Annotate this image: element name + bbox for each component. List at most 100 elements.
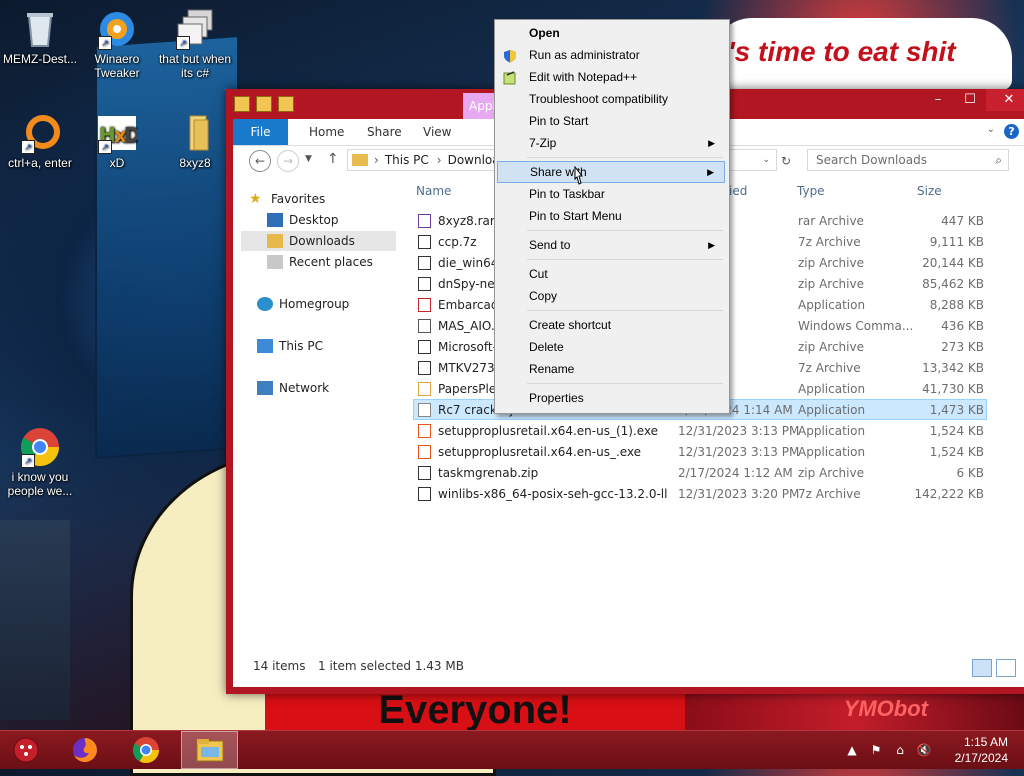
menu-item-send-to[interactable]: Send to ▶ [497, 234, 725, 256]
desktop-icon-label: Winaero Tweaker [94, 52, 140, 80]
context-menu: Open Run as administrator Edit with Note… [494, 19, 730, 414]
nav-favorites[interactable]: ★ Favorites [249, 189, 325, 209]
start-orb-icon [13, 737, 39, 763]
minimize-button[interactable]: – [922, 89, 954, 111]
menu-item-share-with[interactable]: Share with ▶ [497, 161, 725, 183]
menu-separator [527, 157, 723, 158]
desktop-icon-memz[interactable]: MEMZ-Dest... [0, 8, 80, 66]
desktop-icon-i-know-you[interactable]: ↗ i know you people we... [0, 426, 80, 498]
file-type: zip Archive [798, 466, 864, 480]
recent-locations-dropdown[interactable]: ▼ [305, 154, 312, 164]
menu-item-delete[interactable]: Delete [497, 336, 725, 358]
nav-homegroup[interactable]: Homegroup [257, 294, 349, 314]
up-button[interactable]: ↑ [327, 151, 339, 167]
back-button[interactable]: ← [249, 150, 271, 172]
status-bar: 14 items 1 item selected 1.43 MB [246, 659, 1016, 679]
close-button[interactable]: ✕ [986, 89, 1024, 111]
file-type: rar Archive [798, 214, 864, 228]
large-icons-view-icon[interactable] [996, 659, 1016, 677]
chevron-down-icon[interactable]: ⌄ [762, 155, 770, 165]
volume-muted-icon[interactable]: 🔇 [916, 742, 932, 758]
menu-item-pin-to-start-menu[interactable]: Pin to Start Menu [497, 205, 725, 227]
menu-separator [527, 230, 723, 231]
file-type: Application [798, 403, 866, 417]
file-size: 1,524 KB [929, 424, 984, 438]
menu-item-pin-to-taskbar[interactable]: Pin to Taskbar [497, 183, 725, 205]
recent-places-icon [267, 255, 283, 269]
new-folder-icon[interactable] [278, 96, 294, 112]
nav-downloads[interactable]: Downloads [241, 231, 396, 251]
clock-time: 1:15 AM [963, 735, 1008, 749]
tab-file[interactable]: File [233, 119, 288, 145]
quick-access-toolbar [234, 96, 294, 112]
details-view-icon[interactable] [972, 659, 992, 677]
menu-item-copy[interactable]: Copy [497, 285, 725, 307]
file-type-icon [418, 424, 431, 438]
menu-item-open[interactable]: Open [497, 22, 725, 44]
file-row[interactable]: taskmgrenab.zip 2/17/2024 1:12 AM zip Arch… [413, 462, 987, 483]
nav-network[interactable]: Network [257, 378, 329, 398]
column-size[interactable]: Size [917, 184, 942, 198]
refresh-button[interactable]: ↻ [775, 150, 797, 172]
view-buttons [972, 659, 1016, 677]
file-type-icon [418, 214, 431, 228]
menu-item-label: Run as administrator [529, 48, 640, 62]
start-button[interactable] [2, 731, 50, 769]
network-icon[interactable]: ⌂ [892, 742, 908, 758]
clock[interactable]: 1:15 AM 2/17/2024 [955, 734, 1008, 766]
nav-desktop[interactable]: Desktop [267, 210, 339, 230]
folder-icon[interactable] [234, 96, 250, 112]
submenu-arrow-icon: ▶ [707, 167, 714, 177]
nav-this-pc[interactable]: This PC [257, 336, 323, 356]
desktop-icon-that-but[interactable]: ↗ that but when its c# [155, 8, 235, 80]
menu-item-create-shortcut[interactable]: Create shortcut [497, 314, 725, 336]
file-row[interactable]: setupproplusretail.x64.en-us_.exe 12/31/2… [413, 441, 987, 462]
file-size: 1,473 KB [929, 403, 984, 417]
tab-share[interactable]: Share [367, 119, 402, 145]
menu-item-run-as-admin[interactable]: Run as administrator [497, 44, 725, 66]
address-this-pc[interactable]: This PC [385, 153, 429, 167]
expand-ribbon-icon[interactable]: ⌄ [987, 124, 995, 135]
search-input[interactable]: Search Downloads ⌕ [807, 149, 1009, 171]
forward-button[interactable]: → [277, 150, 299, 172]
network-icon [257, 381, 273, 395]
menu-item-cut[interactable]: Cut [497, 263, 725, 285]
nav-recent-places[interactable]: Recent places [267, 252, 373, 272]
desktop-icon-ctrl-a[interactable]: ↗ ctrl+a, enter [0, 112, 80, 170]
submenu-arrow-icon: ▶ [708, 240, 715, 250]
clock-date: 2/17/2024 [954, 751, 1008, 765]
menu-item-properties[interactable]: Properties [497, 387, 725, 409]
desktop-icon-winaero[interactable]: ↗ Winaero Tweaker [77, 8, 157, 80]
desktop-icon-xd[interactable]: HxD ↗ xD [77, 112, 157, 170]
file-type-icon [418, 382, 431, 396]
help-icon[interactable]: ? [1004, 124, 1019, 139]
maximize-button[interactable]: ☐ [954, 89, 986, 111]
file-row[interactable]: setupproplusretail.x64.en-us_(1).exe 12/3… [413, 420, 987, 441]
file-explorer-icon [196, 739, 223, 762]
show-hidden-icons-icon[interactable]: ▲ [844, 742, 860, 758]
file-type-icon [418, 340, 431, 354]
menu-separator [527, 383, 723, 384]
svg-text:D: D [124, 123, 138, 147]
menu-item-pin-to-start[interactable]: Pin to Start [497, 110, 725, 132]
menu-item-7zip[interactable]: 7-Zip ▶ [497, 132, 725, 154]
column-name[interactable]: Name [416, 184, 451, 198]
file-row[interactable]: winlibs-x86_64-posix-seh-gcc-13.2.0-llv.… [413, 483, 987, 504]
desktop-icon-8xyz8[interactable]: 8xyz8 [155, 112, 235, 170]
file-size: 447 KB [941, 214, 984, 228]
file-type: zip Archive [798, 256, 864, 270]
file-name: setupproplusretail.x64.en-us_(1).exe [438, 424, 659, 438]
tab-home[interactable]: Home [309, 119, 344, 145]
file-type-icon [418, 277, 431, 291]
menu-item-troubleshoot[interactable]: Troubleshoot compatibility [497, 88, 725, 110]
taskbar-chrome[interactable] [122, 731, 170, 769]
column-type[interactable]: Type [797, 184, 825, 198]
tab-view[interactable]: View [423, 119, 451, 145]
menu-item-edit-notepad[interactable]: Edit with Notepad++ [497, 66, 725, 88]
taskbar-file-explorer[interactable] [181, 731, 238, 769]
taskbar-firefox[interactable] [61, 731, 109, 769]
column-date-modified[interactable]: ied [729, 184, 747, 198]
menu-item-rename[interactable]: Rename [497, 358, 725, 380]
action-center-flag-icon[interactable]: ⚑ [868, 742, 884, 758]
properties-icon[interactable] [256, 96, 272, 112]
